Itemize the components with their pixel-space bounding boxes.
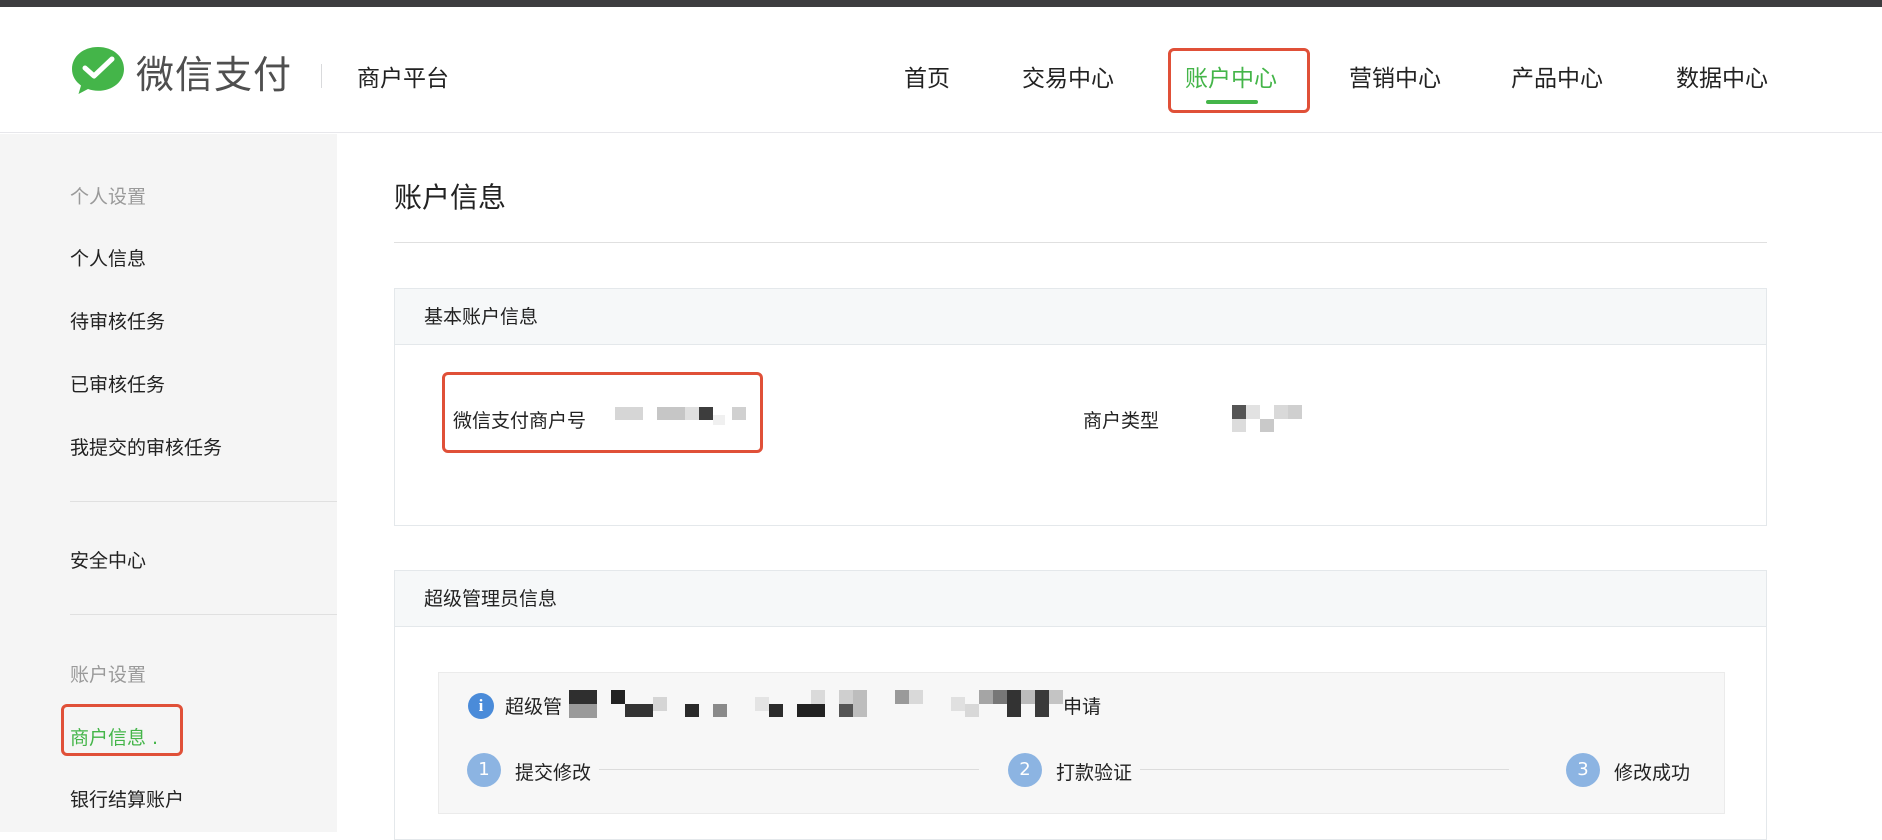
admin-change-notice: i 超级管 申请 1 提交修改 2 打款验证 3 修改成功 bbox=[438, 672, 1725, 814]
info-icon: i bbox=[468, 693, 494, 719]
sidebar: 个人设置 个人信息 待审核任务 已审核任务 我提交的审核任务 安全中心 账户设置… bbox=[0, 134, 337, 832]
panel-heading: 基本账户信息 bbox=[395, 289, 1766, 345]
sidebar-item-reviewed-tasks[interactable]: 已审核任务 bbox=[70, 370, 165, 397]
window-top-bar bbox=[0, 0, 1882, 7]
notice-text-suffix: 申请 bbox=[1063, 696, 1102, 718]
sidebar-item-security-center[interactable]: 安全中心 bbox=[70, 546, 146, 573]
step-1-label: 提交修改 bbox=[515, 758, 600, 785]
notice-text-prefix: 超级管 bbox=[505, 696, 563, 718]
sidebar-item-pending-tasks[interactable]: 待审核任务 bbox=[70, 307, 165, 334]
platform-title: 商户平台 bbox=[357, 66, 449, 92]
page-title: 账户信息 bbox=[394, 181, 507, 214]
basic-account-panel: 基本账户信息 微信支付商户号 商户类型 bbox=[394, 288, 1767, 526]
sidebar-group-account-settings: 账户设置 bbox=[70, 664, 147, 686]
step-connector bbox=[589, 769, 979, 770]
brand-name: 微信支付 bbox=[136, 52, 293, 97]
sidebar-divider bbox=[70, 614, 337, 615]
sidebar-divider bbox=[70, 501, 337, 502]
header: 微信支付 商户平台 首页 交易中心 账户中心 营销中心 产品中心 数据中心 bbox=[0, 7, 1882, 133]
title-divider bbox=[394, 242, 1767, 243]
sidebar-item-my-submitted-tasks[interactable]: 我提交的审核任务 bbox=[70, 433, 222, 460]
sidebar-item-merchant-info[interactable]: 商户信息 . bbox=[70, 723, 158, 750]
nav-product-center[interactable]: 产品中心 bbox=[1511, 59, 1603, 93]
nav-data-center[interactable]: 数据中心 bbox=[1676, 59, 1768, 93]
logo-divider bbox=[321, 64, 322, 88]
panel-heading: 超级管理员信息 bbox=[395, 571, 1766, 627]
main-content: 账户信息 基本账户信息 微信支付商户号 商户类型 超级管理员信息 i 超级管 申… bbox=[337, 134, 1882, 840]
step-3-label: 修改成功 bbox=[1614, 758, 1699, 785]
sidebar-item-personal-info[interactable]: 个人信息 bbox=[70, 244, 146, 271]
merchant-type-label: 商户类型 bbox=[1083, 410, 1160, 432]
nav-marketing-center[interactable]: 营销中心 bbox=[1349, 59, 1441, 93]
nav-account-center[interactable]: 账户中心 bbox=[1185, 59, 1277, 93]
step-1-circle: 1 bbox=[467, 753, 501, 787]
merchant-id-label: 微信支付商户号 bbox=[453, 410, 587, 432]
wechat-pay-logo-icon bbox=[72, 47, 124, 94]
step-connector bbox=[1119, 769, 1509, 770]
sidebar-group-personal-settings: 个人设置 bbox=[70, 186, 147, 208]
brand-logo[interactable]: 微信支付 bbox=[70, 43, 292, 99]
step-2-label: 打款验证 bbox=[1056, 758, 1141, 785]
sidebar-item-bank-settlement-account[interactable]: 银行结算账户 bbox=[70, 785, 184, 812]
nav-home[interactable]: 首页 bbox=[904, 59, 950, 93]
step-3-circle: 3 bbox=[1566, 753, 1600, 787]
super-admin-panel: 超级管理员信息 i 超级管 申请 1 提交修改 2 打款验证 3 修改成功 bbox=[394, 570, 1767, 840]
nav-active-indicator bbox=[1206, 100, 1258, 104]
step-2-circle: 2 bbox=[1008, 753, 1042, 787]
nav-transaction-center[interactable]: 交易中心 bbox=[1022, 59, 1114, 93]
